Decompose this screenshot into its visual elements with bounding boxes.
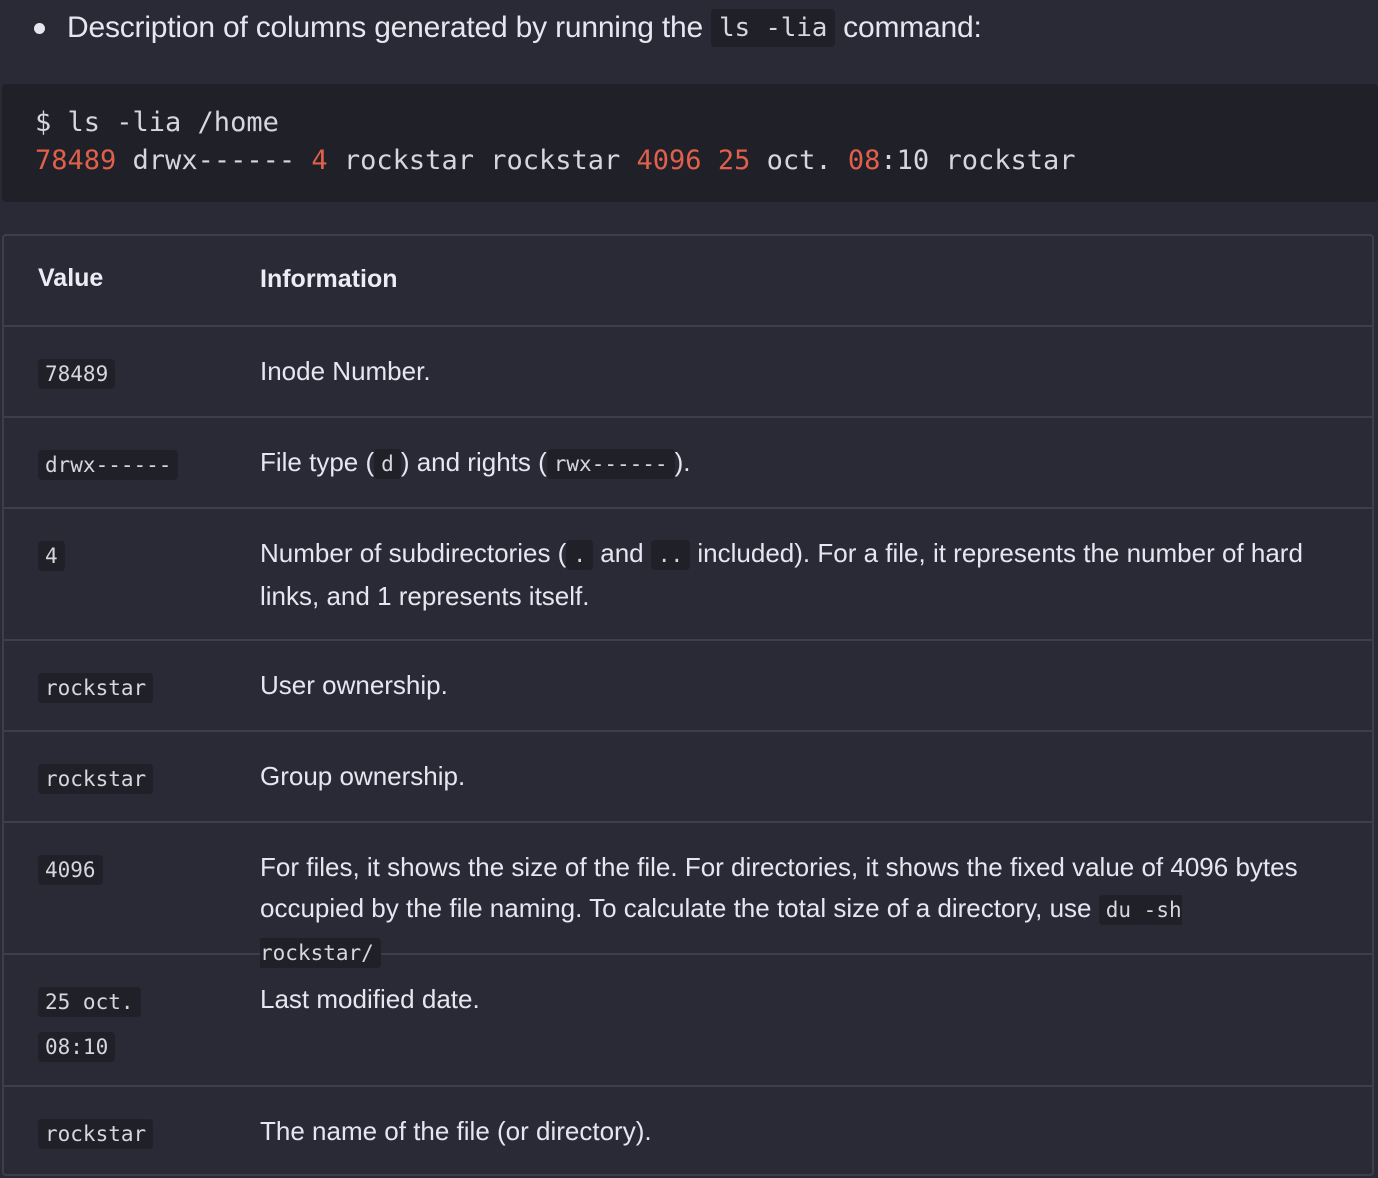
- columns-table: Value Information 78489 Inode Number. dr…: [2, 234, 1374, 1176]
- value-code: rockstar: [38, 764, 154, 794]
- intro-bullet: Description of columns generated by runn…: [30, 6, 982, 50]
- table-row: 25 oct. 08:10 Last modified date.: [4, 955, 1372, 1087]
- code-group: rockstar: [490, 145, 621, 176]
- info-text: User ownership.: [260, 670, 448, 700]
- code-hour: 08: [847, 145, 881, 176]
- value-code: drwx------: [38, 450, 179, 480]
- inline-code-command: ls -lia: [710, 9, 836, 47]
- value-code: 78489: [38, 359, 116, 389]
- table-row: drwx------ File type (d) and rights (rwx…: [4, 418, 1372, 509]
- table-row: rockstar Group ownership.: [4, 732, 1372, 823]
- inline-code: ..: [650, 540, 691, 570]
- code-links: 4: [311, 145, 328, 176]
- table-header-row: Value Information: [4, 236, 1372, 327]
- info-text: Number of subdirectories (. and .. inclu…: [260, 538, 1303, 611]
- code-output-line: 78489 drwx------ 4 rockstar rockstar 409…: [35, 145, 1076, 176]
- value-code: 4096: [38, 855, 103, 885]
- code-month: oct.: [766, 145, 832, 176]
- code-day: 25: [717, 145, 751, 176]
- bullet-icon: [34, 22, 45, 34]
- table-row: 4 Number of subdirectories (. and .. inc…: [4, 509, 1372, 641]
- value-code: 4: [38, 541, 65, 571]
- inline-code: .: [566, 540, 593, 570]
- intro-text-end: command:: [843, 11, 982, 44]
- info-text: Group ownership.: [260, 761, 466, 791]
- info-text: File type (d) and rights (rwx------).: [260, 447, 691, 479]
- inline-code: rwx------: [546, 449, 675, 479]
- value-code: rockstar: [38, 673, 154, 703]
- code-minute: :10: [880, 145, 930, 176]
- info-text: Inode Number.: [260, 356, 431, 386]
- value-code: 08:10: [38, 1032, 116, 1062]
- code-perms: drwx------: [132, 145, 296, 176]
- header-information: Information: [260, 265, 398, 293]
- table-row: rockstar The name of the file (or direct…: [4, 1087, 1372, 1176]
- intro-text: Description of columns generated by runn…: [67, 11, 703, 44]
- info-text: The name of the file (or directory).: [260, 1116, 652, 1146]
- code-size: 4096: [636, 145, 702, 176]
- value-code: 25 oct.: [38, 987, 141, 1017]
- code-prompt-line: $ ls -lia /home: [35, 107, 279, 138]
- inline-code: d: [374, 449, 401, 479]
- table-row: 78489 Inode Number.: [4, 327, 1372, 418]
- code-user: rockstar: [343, 145, 474, 176]
- code-name: rockstar: [945, 145, 1076, 176]
- code-inode: 78489: [35, 145, 117, 176]
- value-code: rockstar: [38, 1119, 154, 1149]
- table-row: 4096 For files, it shows the size of the…: [4, 823, 1372, 968]
- table-row: rockstar User ownership.: [4, 641, 1372, 732]
- code-block: $ ls -lia /home 78489 drwx------ 4 rocks…: [2, 84, 1378, 202]
- info-text: Last modified date.: [260, 984, 480, 1014]
- value-stack: 25 oct. 08:10: [38, 985, 158, 1075]
- header-value: Value: [38, 264, 104, 292]
